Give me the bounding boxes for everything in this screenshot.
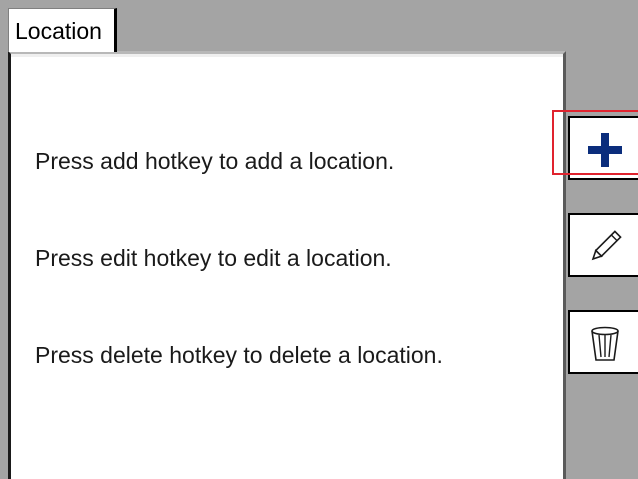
delete-hotkey-button[interactable] (568, 310, 638, 374)
tab-location-label: Location (15, 18, 102, 44)
edit-instruction: Press edit hotkey to edit a location. (35, 245, 392, 271)
panel-top-edge (11, 54, 563, 57)
delete-instruction: Press delete hotkey to delete a location… (35, 342, 443, 368)
tab-location[interactable]: Location (8, 8, 117, 52)
plus-icon (588, 133, 622, 167)
trash-icon (591, 326, 619, 361)
edit-hotkey-button[interactable] (568, 213, 638, 277)
location-screen: Location Press add hotkey to add a locat… (0, 0, 638, 479)
add-instruction: Press add hotkey to add a location. (35, 148, 395, 174)
location-panel: Press add hotkey to add a location. Pres… (8, 51, 566, 479)
add-hotkey-button[interactable] (568, 116, 638, 180)
pencil-icon (591, 230, 622, 261)
